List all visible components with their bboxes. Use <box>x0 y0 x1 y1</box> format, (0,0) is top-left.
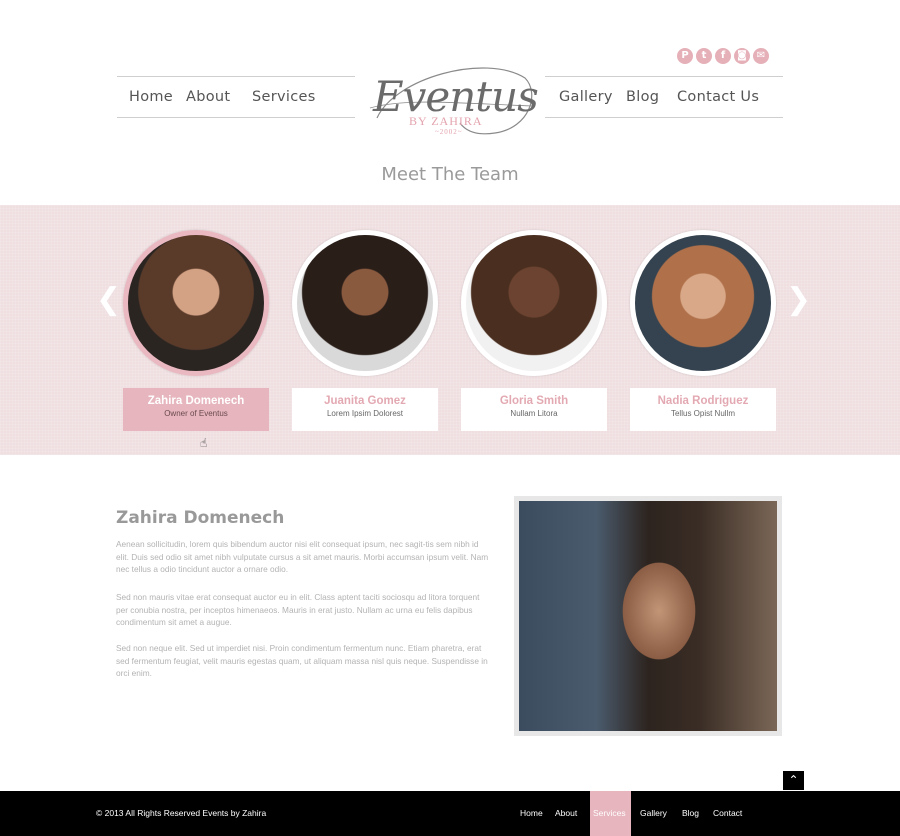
social-icons: P t f ◙ ✉ <box>677 48 769 64</box>
hand-cursor-icon: ☝ <box>200 436 208 450</box>
pinterest-icon[interactable]: P <box>677 48 693 64</box>
nav-blog-link[interactable]: Blog <box>626 89 659 105</box>
member-role: Nullam Litora <box>510 409 558 418</box>
member-role: Tellus Opist Nullm <box>670 409 735 418</box>
facebook-icon[interactable]: f <box>715 48 731 64</box>
member-name: Juanita Gomez <box>324 395 406 407</box>
footer-home-link[interactable]: Home <box>520 808 543 818</box>
team-carousel: ❮ ❯ Zahira Domenech Owner of Eventus Jua… <box>0 205 900 455</box>
footer-nav: Home About Services Gallery Blog Contact <box>0 791 900 836</box>
site-footer: © 2013 All Rights Reserved Events by Zah… <box>0 791 900 836</box>
logo-by-line: BY ZAHIRA <box>409 114 483 128</box>
member-role: Lorem Ipsim Dolorest <box>326 409 404 418</box>
footer-gallery-link[interactable]: Gallery <box>640 808 667 818</box>
carousel-next-arrow-icon[interactable]: ❯ <box>786 285 811 315</box>
nav-gallery-link[interactable]: Gallery <box>559 89 613 105</box>
footer-about-link[interactable]: About <box>555 808 577 818</box>
member-name-card: Nadia Rodriguez Tellus Opist Nullm <box>630 388 776 431</box>
team-member-card[interactable]: Nadia Rodriguez Tellus Opist Nullm <box>630 230 776 431</box>
member-avatar <box>461 230 607 376</box>
chevron-up-icon: ⌃ <box>788 773 799 787</box>
footer-contact-link[interactable]: Contact <box>713 808 742 818</box>
bio-photo <box>514 496 782 736</box>
main-nav-right: Gallery Blog Contact Us <box>545 76 783 118</box>
member-role: Owner of Eventus <box>164 409 228 418</box>
site-logo[interactable]: Eventus BY ZAHIRA ~2002~ <box>365 58 539 150</box>
member-name: Gloria Smith <box>499 395 569 407</box>
nav-home-link[interactable]: Home <box>129 89 173 105</box>
bio-photo-image <box>519 501 777 731</box>
logo-year: ~2002~ <box>435 128 463 136</box>
team-member-card[interactable]: Juanita Gomez Lorem Ipsim Dolorest <box>292 230 438 431</box>
bio-paragraph: Sed non neque elit. Sed ut imperdiet nis… <box>116 643 488 678</box>
footer-services-link[interactable]: Services <box>593 808 626 818</box>
nav-about-link[interactable]: About <box>186 89 230 105</box>
team-member-card[interactable]: Zahira Domenech Owner of Eventus <box>123 230 269 431</box>
team-section-title: Meet The Team <box>381 164 519 185</box>
nav-services-link[interactable]: Services <box>252 89 316 105</box>
bio-paragraph: Sed non mauris vitae erat consequat auct… <box>116 592 480 627</box>
member-avatar <box>123 230 269 376</box>
twitter-icon[interactable]: t <box>696 48 712 64</box>
member-avatar <box>630 230 776 376</box>
member-name-card: Gloria Smith Nullam Litora <box>461 388 607 431</box>
member-name-card: Juanita Gomez Lorem Ipsim Dolorest <box>292 388 438 431</box>
team-member-card[interactable]: Gloria Smith Nullam Litora <box>461 230 607 431</box>
back-to-top-button[interactable]: ⌃ <box>783 771 804 790</box>
member-name: Nadia Rodriguez <box>657 395 749 407</box>
email-icon[interactable]: ✉ <box>753 48 769 64</box>
footer-blog-link[interactable]: Blog <box>682 808 699 818</box>
bio-paragraph: Aenean sollicitudin, lorem quis bibendum… <box>116 539 489 574</box>
member-avatar <box>292 230 438 376</box>
instagram-icon[interactable]: ◙ <box>734 48 750 64</box>
main-nav-left: Home About Services <box>117 76 355 118</box>
bio-title: Zahira Domenech <box>116 508 285 528</box>
member-name: Zahira Domenech <box>147 395 245 407</box>
member-name-card: Zahira Domenech Owner of Eventus <box>123 388 269 431</box>
carousel-prev-arrow-icon[interactable]: ❮ <box>96 285 121 315</box>
nav-contact-link[interactable]: Contact Us <box>677 89 759 105</box>
